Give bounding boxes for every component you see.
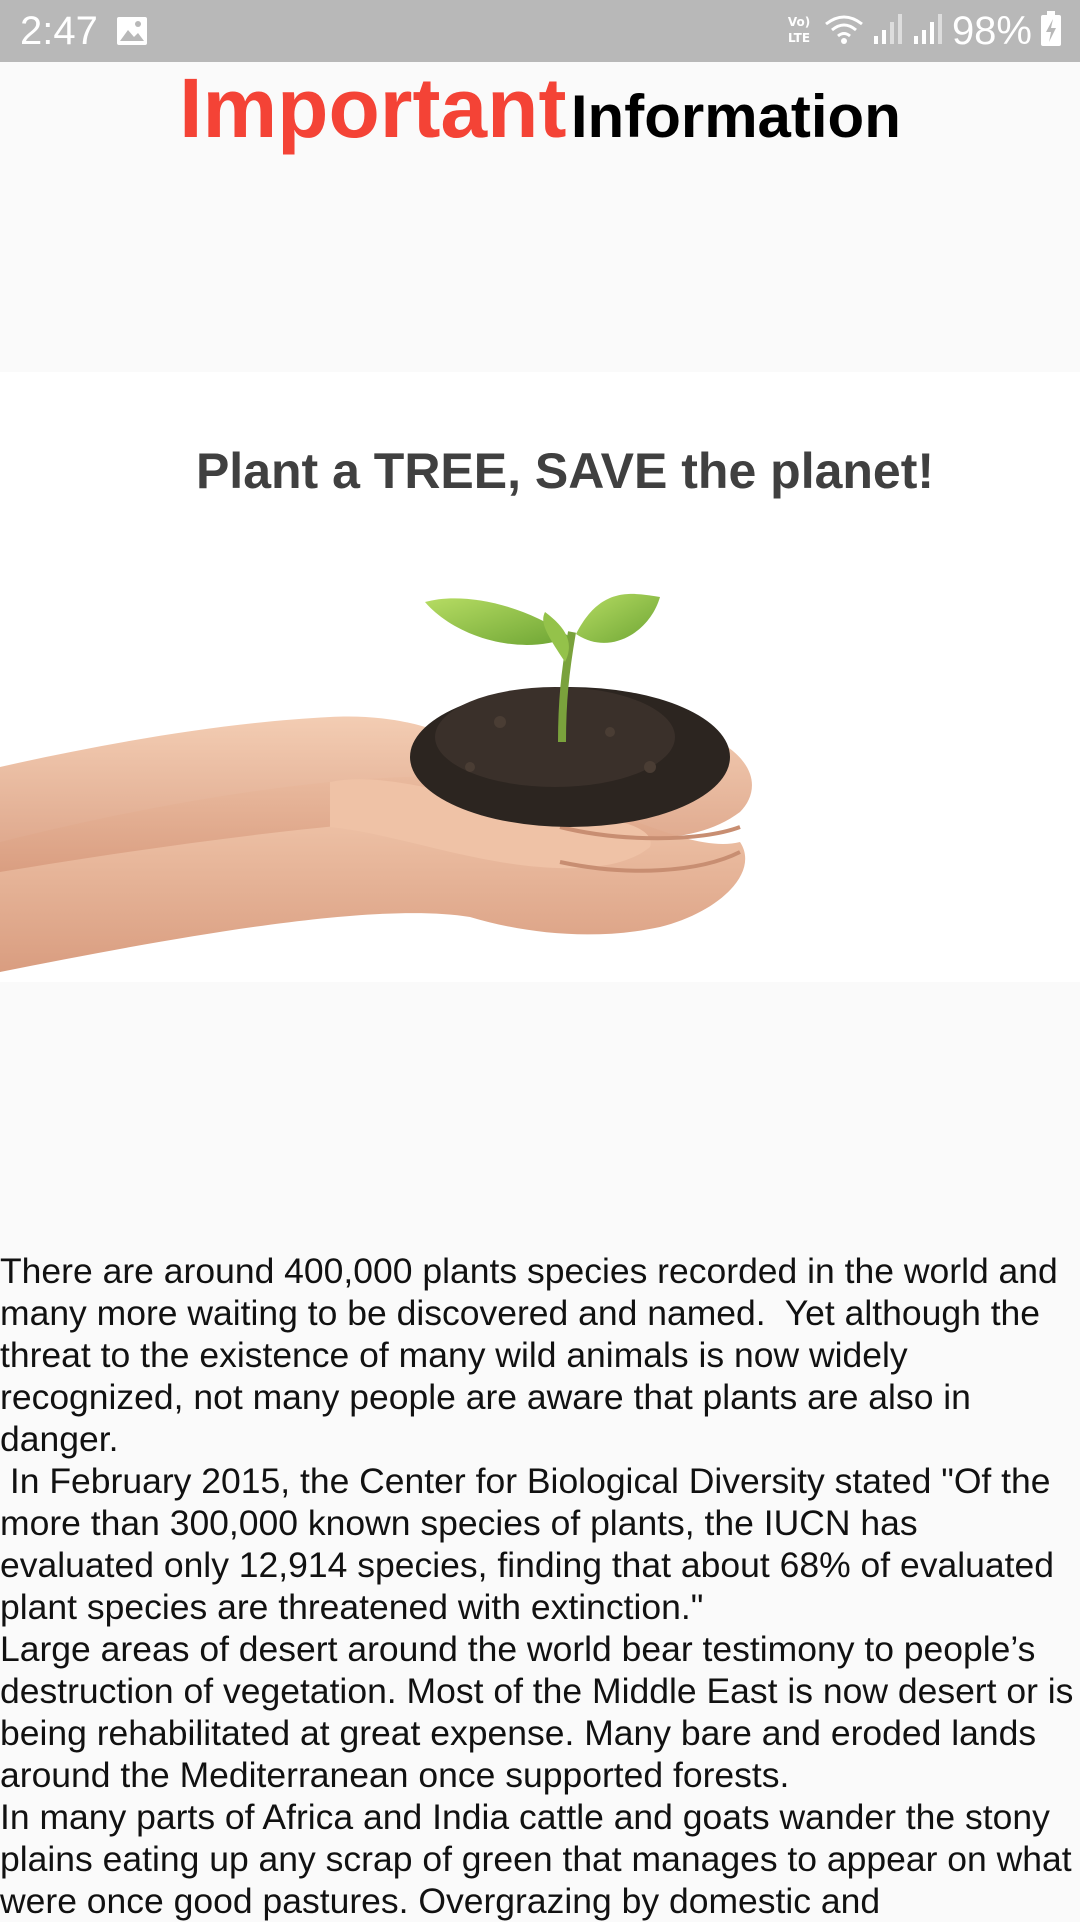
status-time: 2:47 <box>20 9 98 53</box>
status-icons: Vo) LTE 98% <box>782 8 1062 54</box>
battery-percentage: 98% <box>951 9 1032 53</box>
svg-text:Vo): Vo) <box>788 15 810 29</box>
hero-image: Plant a TREE, SAVE the planet! <box>0 372 1080 982</box>
page-title: Important Information <box>0 62 1080 163</box>
status-bar: 2:47 Vo) LTE 98% <box>0 0 1080 62</box>
volte-icon: Vo) LTE <box>782 12 816 51</box>
gallery-icon <box>116 15 148 47</box>
signal-icon <box>872 12 904 51</box>
hero-caption: Plant a TREE, SAVE the planet! <box>195 443 935 499</box>
signal-icon <box>912 12 944 51</box>
title-rest: Information <box>570 83 901 150</box>
title-highlight: Important <box>179 61 567 155</box>
wifi-icon <box>824 12 864 51</box>
svg-text:LTE: LTE <box>788 31 810 45</box>
battery-charging-icon <box>1040 10 1062 52</box>
article-body: There are around 400,000 plants species … <box>0 1251 1074 1921</box>
